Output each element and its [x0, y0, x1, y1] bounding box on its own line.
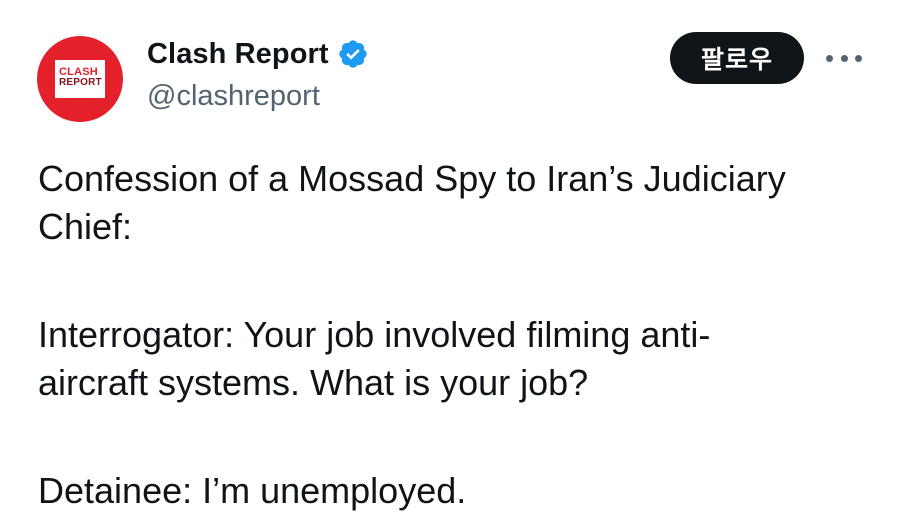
tweet-line: Detainee: I’m unemployed.	[38, 470, 467, 511]
tweet-header: CLASH REPORT Clash Report @clashreport 팔…	[0, 0, 900, 130]
clash-report-logo: CLASH REPORT	[55, 60, 105, 98]
tweet-line: aircraft systems. What is your job?	[38, 362, 589, 403]
user-handle[interactable]: @clashreport	[147, 80, 320, 113]
more-dot	[840, 54, 848, 62]
more-dot	[855, 54, 862, 62]
more-dot	[826, 54, 833, 62]
tweet-paragraph: Confession of a Mossad Spy to Iran’s Jud…	[38, 155, 878, 251]
tweet-line: Interrogator: Your job involved filming …	[38, 314, 711, 355]
tweet-line: Confession of a Mossad Spy to Iran’s Jud…	[38, 158, 786, 199]
follow-button[interactable]: 팔로우	[670, 32, 804, 84]
tweet-line: Chief:	[38, 206, 133, 247]
verified-badge-icon[interactable]	[337, 38, 369, 70]
tweet-paragraph: Detainee: I’m unemployed.	[38, 467, 878, 515]
avatar[interactable]: CLASH REPORT	[37, 36, 123, 122]
name-row: Clash Report	[147, 36, 369, 72]
display-name[interactable]: Clash Report	[147, 38, 329, 71]
more-horizontal-icon[interactable]	[826, 50, 862, 66]
tweet-paragraph: Interrogator: Your job involved filming …	[38, 311, 878, 407]
tweet-text: Confession of a Mossad Spy to Iran’s Jud…	[38, 155, 878, 515]
logo-text-bottom: REPORT	[59, 77, 102, 88]
